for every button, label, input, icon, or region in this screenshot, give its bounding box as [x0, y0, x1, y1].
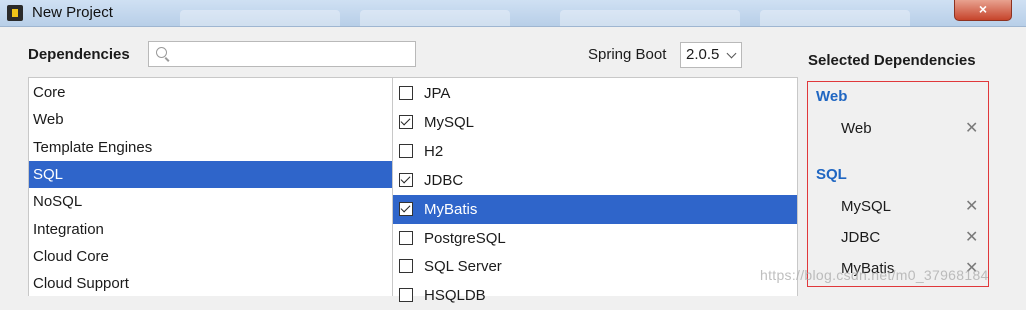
- checkbox[interactable]: [399, 230, 413, 245]
- category-label: NoSQL: [33, 193, 83, 211]
- dependency-label: MyBatis: [424, 200, 478, 218]
- category-item[interactable]: SQL: [29, 160, 393, 188]
- checkbox-checked[interactable]: [399, 201, 413, 216]
- background-window-tab: [360, 10, 510, 26]
- dependency-label: SQL Server: [424, 258, 502, 276]
- category-item[interactable]: Template Engines: [29, 134, 393, 161]
- window-title: New Project: [32, 4, 113, 21]
- category-label: Web: [33, 111, 64, 129]
- selected-group-heading: Web: [816, 88, 848, 105]
- selected-dependencies-panel: Web Web ✕ SQL MySQL ✕ JDBC ✕ MyBatis ✕: [807, 81, 989, 287]
- selected-dependency: MySQL: [841, 198, 892, 215]
- checkbox[interactable]: [399, 259, 413, 274]
- dependency-item[interactable]: MyBatis: [393, 194, 797, 224]
- category-item[interactable]: Cloud Support: [29, 270, 393, 297]
- dependency-item[interactable]: JPA: [393, 79, 797, 108]
- watermark: https://blog.csdn.net/m0_37968184: [760, 267, 989, 283]
- dependency-item[interactable]: JDBC: [393, 166, 797, 195]
- checkbox[interactable]: [399, 86, 413, 100]
- dependency-label: PostgreSQL: [424, 229, 506, 247]
- category-item[interactable]: Integration: [29, 216, 393, 243]
- dependency-item[interactable]: H2: [393, 137, 797, 166]
- checkbox[interactable]: [399, 288, 413, 303]
- spring-boot-version-value: 2.0.5: [686, 46, 720, 63]
- dependencies-label: Dependencies: [28, 46, 130, 63]
- category-label: Template Engines: [33, 138, 153, 156]
- background-window-tab: [760, 10, 910, 26]
- category-item[interactable]: Core: [29, 79, 393, 106]
- window-close-button[interactable]: ×: [954, 0, 1012, 21]
- category-label: SQL: [33, 165, 64, 183]
- spring-boot-version-select[interactable]: 2.0.5: [680, 42, 742, 68]
- category-label: Cloud Support: [33, 275, 129, 293]
- category-item[interactable]: Cloud Core: [29, 243, 393, 270]
- dependency-item[interactable]: MySQL: [393, 108, 797, 137]
- category-label: Integration: [33, 220, 104, 238]
- category-label: Cloud Core: [33, 247, 109, 265]
- dependency-list[interactable]: JPA MySQL H2 JDBC MyBatis PostgreSQL SQL Serve…: [392, 77, 798, 304]
- spring-boot-label: Spring Boot: [588, 46, 667, 63]
- intellij-app-icon: [7, 5, 23, 21]
- checkbox[interactable]: [399, 143, 413, 158]
- search-icon: [156, 47, 167, 58]
- selected-dependency: Web: [841, 120, 872, 137]
- window-title-bar: New Project ×: [0, 0, 1026, 27]
- background-window-tab: [180, 10, 340, 26]
- selected-dependency: JDBC: [841, 229, 881, 246]
- remove-dependency-icon[interactable]: ✕: [965, 196, 978, 218]
- dependency-search-input[interactable]: [148, 41, 416, 67]
- checkbox-checked[interactable]: [399, 114, 413, 129]
- dependency-item[interactable]: PostgreSQL: [393, 224, 797, 253]
- category-label: Core: [33, 84, 66, 101]
- category-item[interactable]: NoSQL: [29, 188, 393, 215]
- dependency-label: JDBC: [424, 171, 464, 189]
- chevron-down-icon: [726, 48, 737, 59]
- dependency-label: H2: [424, 142, 444, 160]
- remove-dependency-icon[interactable]: ✕: [965, 227, 978, 249]
- category-item[interactable]: Web: [29, 106, 393, 133]
- selected-dependencies-title: Selected Dependencies: [808, 52, 976, 69]
- dependency-label: MySQL: [424, 113, 475, 131]
- dependency-label: JPA: [424, 85, 451, 102]
- dependency-item[interactable]: SQL Server: [393, 252, 797, 281]
- background-window-tab: [560, 10, 740, 26]
- remove-dependency-icon[interactable]: ✕: [965, 118, 978, 140]
- selected-group-heading: SQL: [816, 166, 847, 183]
- checkbox-checked[interactable]: [399, 172, 413, 187]
- category-list[interactable]: Core Web Template Engines SQL NoSQL Integrati…: [28, 77, 394, 296]
